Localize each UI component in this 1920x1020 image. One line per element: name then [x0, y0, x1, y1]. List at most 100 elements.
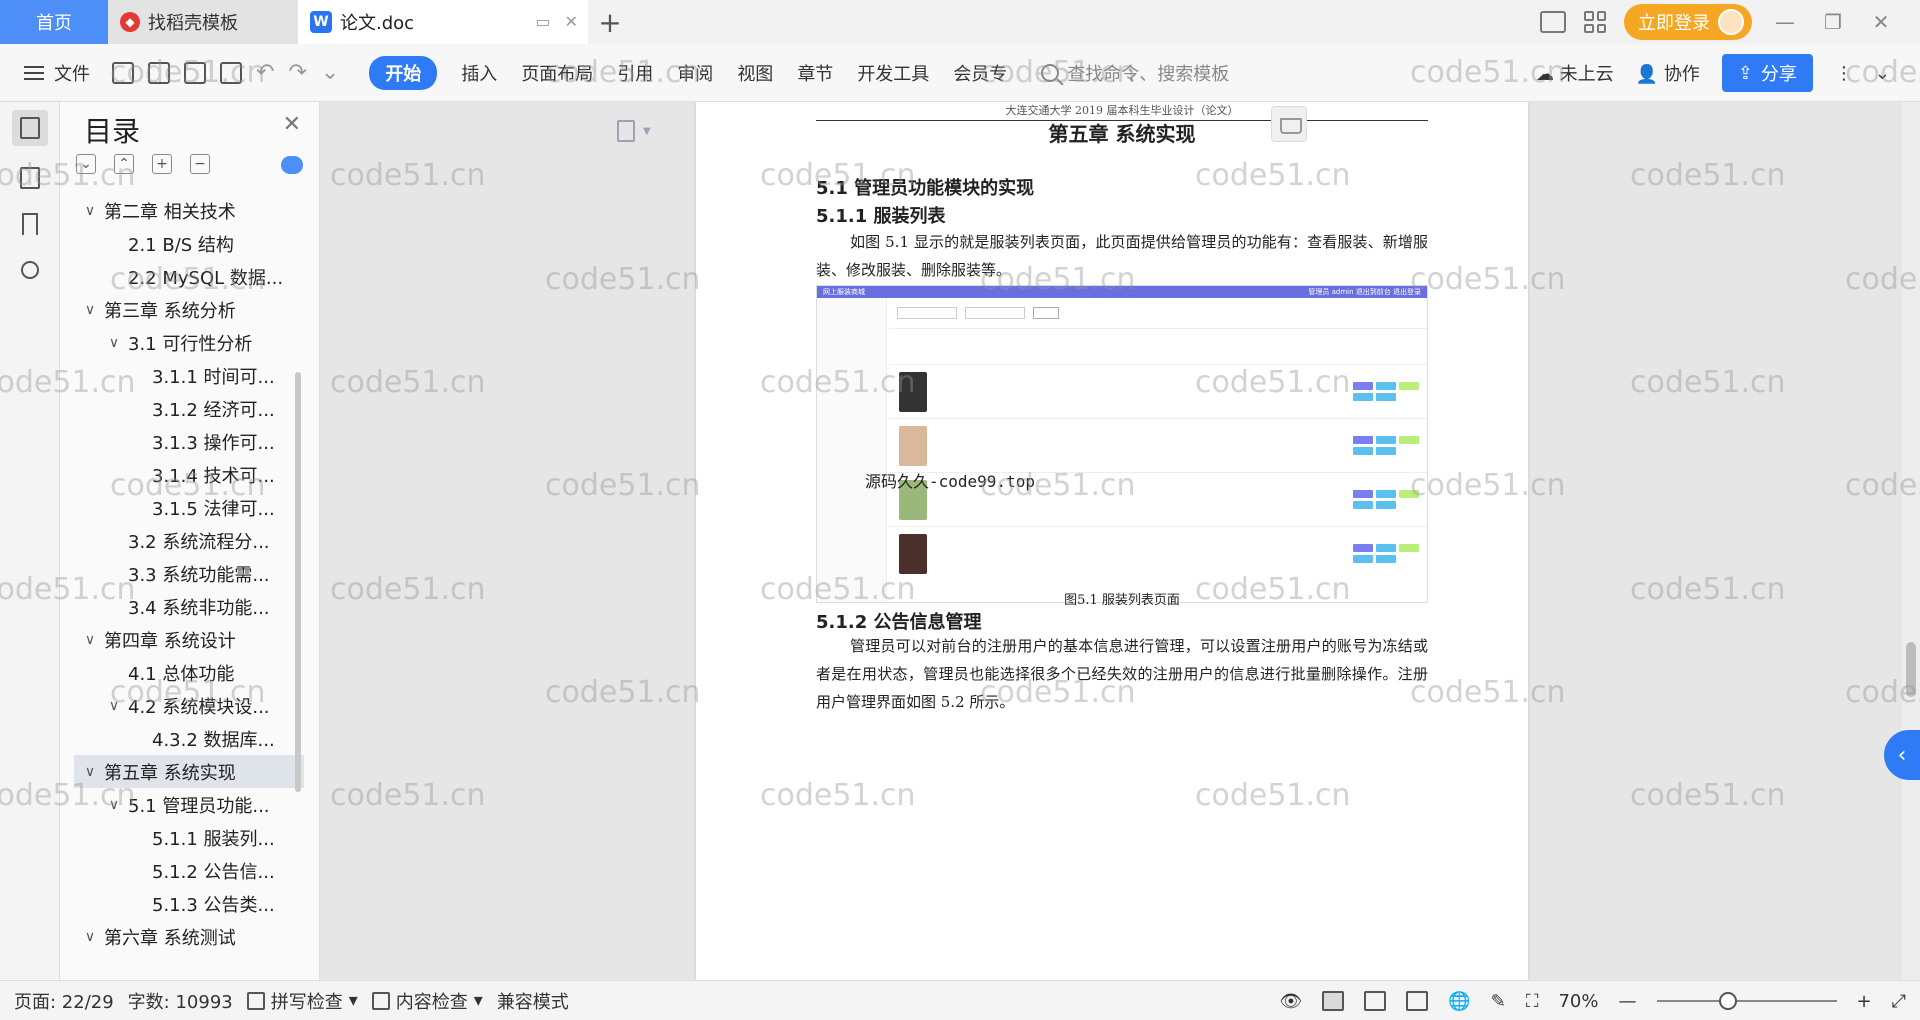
file-menu[interactable]: 文件	[24, 60, 90, 86]
vertical-scrollbar[interactable]	[1902, 102, 1920, 980]
word-count[interactable]: 字数: 10993	[128, 988, 233, 1014]
smart-toc-toggle[interactable]	[281, 156, 303, 174]
zoom-in-icon[interactable]: +	[1857, 991, 1872, 1012]
reading-view-icon[interactable]	[1406, 991, 1429, 1011]
tab-start[interactable]: 开始	[369, 55, 438, 90]
zoom-level[interactable]: 70%	[1558, 991, 1598, 1012]
more-chevron-icon[interactable]: ⌄	[321, 60, 339, 85]
tab-document[interactable]: W 论文.doc ▭ ✕	[298, 0, 588, 44]
add-heading-icon[interactable]: +	[152, 154, 172, 174]
toc-item[interactable]: 4.3.2 数据库...	[74, 722, 304, 755]
page-view-icon[interactable]	[1322, 991, 1345, 1011]
toc-item[interactable]: 3.1.2 经济可...	[74, 392, 304, 425]
collab-button[interactable]: 👤 协作	[1636, 60, 1700, 86]
save-icon[interactable]	[112, 61, 134, 84]
toc-item[interactable]: ∨ 第二章 相关技术	[74, 194, 304, 227]
zoom-out-icon[interactable]: —	[1619, 991, 1637, 1012]
close-icon[interactable]: ✕	[283, 112, 301, 137]
remove-heading-icon[interactable]: −	[190, 154, 210, 174]
layout-icon[interactable]	[1540, 11, 1566, 33]
close-tab-icon[interactable]: ✕	[565, 12, 578, 31]
web-view-icon[interactable]: 🌐	[1448, 991, 1470, 1012]
pen-icon[interactable]: ✎	[1491, 991, 1506, 1012]
outline-view-icon[interactable]	[1364, 991, 1387, 1011]
collapse-all-icon[interactable]: ⌄	[76, 154, 96, 174]
chevron-down-icon[interactable]: ∨	[80, 929, 100, 945]
fit-page-icon[interactable]: ⛶	[1526, 991, 1539, 1012]
toc-item[interactable]: 4.1 总体功能	[74, 656, 304, 689]
chevron-down-icon[interactable]: ∨	[80, 302, 100, 318]
chevron-down-icon[interactable]: ∨	[104, 335, 124, 351]
toc-item[interactable]: 5.1.2 公告信...	[74, 854, 304, 887]
toc-item[interactable]: 3.3 系统功能需...	[74, 557, 304, 590]
toc-item[interactable]: 2.2 MySQL 数据...	[74, 260, 304, 293]
toc-item[interactable]: 3.1.4 技术可...	[74, 458, 304, 491]
tab-insert[interactable]: 插入	[461, 56, 497, 90]
toc-item[interactable]: 5.1.1 服装列...	[74, 821, 304, 854]
eye-protection-icon[interactable]: 👁	[1280, 991, 1303, 1012]
login-button[interactable]: 立即登录	[1624, 4, 1752, 40]
page-options-icon[interactable]	[617, 120, 635, 142]
apps-grid-icon[interactable]	[1584, 11, 1606, 33]
chevron-down-icon[interactable]: ∨	[104, 698, 124, 714]
tab-template[interactable]: ◆ 找稻壳模板	[108, 0, 298, 44]
zoom-slider-knob[interactable]	[1718, 992, 1737, 1010]
chevron-down-icon[interactable]: ∨	[104, 797, 124, 813]
toc-item[interactable]: 3.4 系统非功能...	[74, 590, 304, 623]
more-icon[interactable]: ⋮	[1835, 63, 1853, 84]
toc-panel-button[interactable]	[12, 110, 48, 146]
print-icon[interactable]	[184, 61, 206, 84]
spellcheck-button[interactable]: 拼写检查 ▾	[246, 988, 358, 1014]
cloud-status[interactable]: ☁ 未上云	[1536, 60, 1614, 86]
minimize-icon[interactable]: —	[1770, 10, 1800, 34]
new-tab-button[interactable]: +	[588, 0, 632, 44]
close-window-icon[interactable]: ✕	[1866, 10, 1896, 34]
tab-home[interactable]: 首页	[0, 0, 108, 44]
undo-icon[interactable]: ↶	[256, 60, 274, 85]
find-button[interactable]	[12, 252, 48, 288]
content-check-button[interactable]: 内容检查 ▾	[371, 988, 483, 1014]
tab-view[interactable]: 视图	[737, 56, 773, 90]
document-page[interactable]: 大连交通大学 2019 届本科生毕业设计（论文） 第五章 系统实现 5.1 管理…	[696, 102, 1528, 980]
tab-chapter[interactable]: 章节	[797, 56, 833, 90]
tab-references[interactable]: 引用	[617, 56, 653, 90]
filter-icon[interactable]	[1271, 106, 1307, 142]
zoom-slider[interactable]	[1656, 992, 1837, 1010]
restore-icon[interactable]: ❐	[1818, 10, 1848, 34]
toc-item[interactable]: ∨ 第六章 系统测试	[74, 920, 304, 953]
toc-item[interactable]: ∨ 4.2 系统模块设...	[74, 689, 304, 722]
redo-icon[interactable]: ↷	[288, 60, 306, 85]
fullscreen-icon[interactable]: ⤢	[1892, 991, 1906, 1012]
toc-item[interactable]: 3.1.3 操作可...	[74, 425, 304, 458]
toc-item-selected[interactable]: ∨ 第五章 系统实现	[74, 755, 304, 788]
command-search[interactable]: 查找命令、搜索模板	[1041, 60, 1229, 86]
chevron-down-icon[interactable]: ∨	[80, 764, 100, 780]
page-count[interactable]: 页面: 22/29	[14, 988, 114, 1014]
screen-icon[interactable]: ▭	[535, 12, 550, 31]
caret-down-icon[interactable]: ▼	[643, 126, 651, 137]
toc-item[interactable]: 5.1.3 公告类...	[74, 887, 304, 920]
bookmark-button[interactable]	[12, 206, 48, 242]
navigation-button[interactable]	[12, 160, 48, 196]
toc-scrollbar[interactable]	[295, 372, 301, 792]
collapse-ribbon-icon[interactable]: ⌄	[1875, 63, 1890, 84]
chevron-left-icon[interactable]: ‹	[1884, 730, 1920, 780]
toc-item[interactable]: ∨ 第三章 系统分析	[74, 293, 304, 326]
chevron-down-icon[interactable]: ∨	[80, 632, 100, 648]
toc-item[interactable]: ∨ 第四章 系统设计	[74, 623, 304, 656]
toc-item[interactable]: 2.1 B/S 结构	[74, 227, 304, 260]
tab-member[interactable]: 会员专	[953, 56, 1007, 90]
toc-item[interactable]: 3.2 系统流程分...	[74, 524, 304, 557]
tab-review[interactable]: 审阅	[677, 56, 713, 90]
toc-item[interactable]: ∨ 5.1 管理员功能...	[74, 788, 304, 821]
share-button[interactable]: ⇪ 分享	[1721, 54, 1813, 92]
scrollbar-thumb[interactable]	[1906, 642, 1916, 697]
toc-item[interactable]: 3.1.1 时间可...	[74, 359, 304, 392]
tab-layout[interactable]: 页面布局	[521, 56, 593, 90]
export-pdf-icon[interactable]	[148, 61, 170, 84]
toc-item[interactable]: ∨ 3.1 可行性分析	[74, 326, 304, 359]
toc-item[interactable]: 3.1.5 法律可...	[74, 491, 304, 524]
expand-icon[interactable]: ⌃	[114, 154, 134, 174]
tab-developer[interactable]: 开发工具	[857, 56, 929, 90]
print-preview-icon[interactable]	[220, 61, 242, 84]
